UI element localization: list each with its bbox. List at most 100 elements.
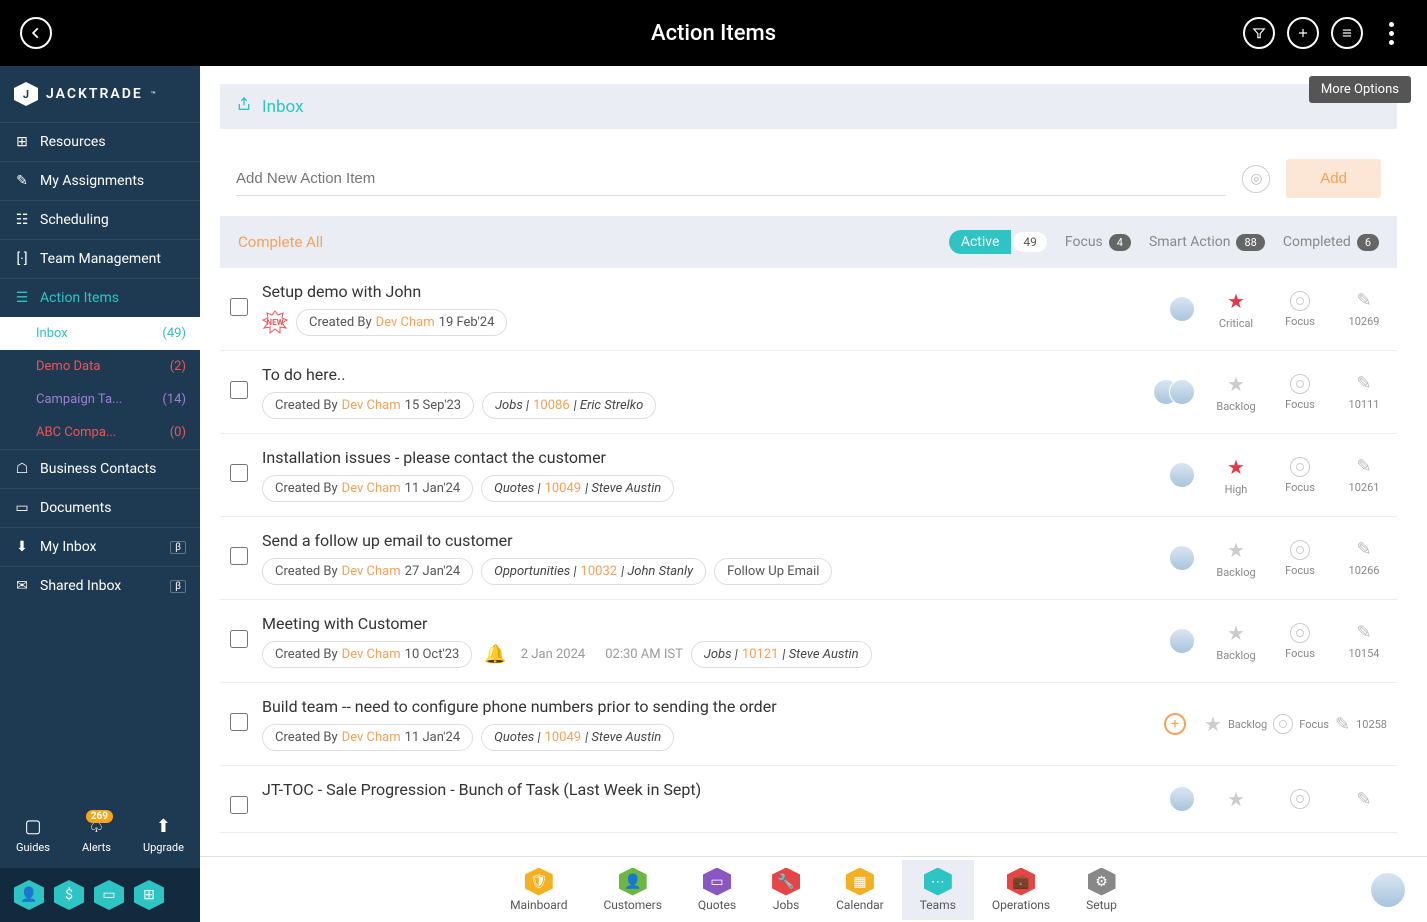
nav-my-assignments[interactable]: ✎My Assignments (0, 161, 200, 200)
priority-star[interactable]: ★ (1227, 621, 1245, 645)
priority-star[interactable]: ★ (1227, 289, 1245, 313)
sub-abc-company[interactable]: ABC Compa... (0) (0, 416, 200, 449)
priority-star[interactable]: ★ (1227, 455, 1245, 479)
nav-documents[interactable]: ▭Documents (0, 488, 200, 527)
focus-target[interactable] (1273, 714, 1293, 734)
nav-business-contacts[interactable]: ☖Business Contacts (0, 449, 200, 488)
nav-shared-inbox[interactable]: ✉Shared Inboxβ (0, 566, 200, 605)
priority-star[interactable]: ★ (1227, 787, 1245, 811)
back-button[interactable] (20, 17, 52, 49)
edit-icon[interactable]: ✎ (1356, 789, 1371, 810)
priority-label: Backlog (1216, 400, 1255, 413)
more-options-button[interactable] (1375, 17, 1407, 49)
filter-button[interactable] (1243, 17, 1275, 49)
sub-demo-data[interactable]: Demo Data (2) (0, 350, 200, 383)
add-assignee-button[interactable]: + (1164, 713, 1186, 735)
hex-grid-button[interactable]: ⊞ (134, 880, 164, 910)
edit-icon[interactable]: ✎ (1356, 622, 1371, 643)
created-by-chip[interactable]: Created By Dev Cham 27 Jan'24 (262, 558, 473, 585)
edit-icon[interactable]: ✎ (1356, 539, 1371, 560)
link-chip[interactable]: Jobs | 10121 | Steve Austin (691, 641, 872, 668)
bn-jobs[interactable]: 🔧 Jobs (754, 860, 818, 920)
created-by-chip[interactable]: Created By Dev Cham 15 Sep'23 (262, 392, 474, 419)
nav-team-management[interactable]: [·]Team Management (0, 239, 200, 278)
item-title[interactable]: Send a follow up email to customer (262, 531, 1155, 550)
priority-star[interactable]: ★ (1227, 538, 1245, 562)
focus-target[interactable] (1290, 540, 1310, 560)
edit-icon[interactable]: ✎ (1335, 714, 1350, 735)
add-action-button[interactable]: Add (1286, 159, 1381, 198)
item-checkbox[interactable] (230, 298, 248, 316)
bn-setup[interactable]: ⚙ Setup (1068, 860, 1135, 920)
focus-target[interactable] (1290, 374, 1310, 394)
created-by-chip[interactable]: Created By Dev Cham 11 Jan'24 (262, 475, 473, 502)
assignee-avatars[interactable] (1169, 545, 1195, 571)
complete-all-link[interactable]: Complete All (238, 233, 323, 251)
filter-active[interactable]: Active 49 (949, 230, 1047, 254)
item-checkbox[interactable] (230, 630, 248, 648)
nav-action-items[interactable]: ☰Action Items (0, 278, 200, 317)
user-avatar[interactable] (1371, 873, 1405, 907)
add-action-input[interactable] (236, 162, 1226, 196)
link-chip[interactable]: Jobs | 10086 | Eric Strelko (482, 392, 656, 419)
link-chip[interactable]: Opportunities | 10032 | John Stanly (481, 558, 706, 585)
bn-customers[interactable]: 👤 Customers (585, 860, 679, 920)
assignee-avatars[interactable] (1169, 786, 1195, 812)
assignee-avatars[interactable] (1169, 296, 1195, 322)
item-checkbox[interactable] (230, 464, 248, 482)
bn-calendar[interactable]: ▦ Calendar (818, 860, 902, 920)
nav-scheduling[interactable]: ☷Scheduling (0, 200, 200, 239)
focus-target[interactable] (1290, 457, 1310, 477)
priority-star[interactable]: ★ (1227, 372, 1245, 396)
filter-focus[interactable]: Focus 4 (1065, 234, 1131, 251)
assignee-avatars[interactable] (1153, 379, 1195, 405)
focus-target[interactable] (1290, 291, 1310, 311)
item-checkbox[interactable] (230, 547, 248, 565)
assignee-avatars[interactable] (1169, 628, 1195, 654)
guides-button[interactable]: ▢ Guides (16, 816, 50, 854)
bn-operations[interactable]: 💼 Operations (974, 860, 1068, 920)
add-button[interactable] (1287, 17, 1319, 49)
hex-user-button[interactable]: 👤 (14, 880, 44, 910)
item-title[interactable]: Setup demo with John (262, 282, 1155, 301)
link-chip[interactable]: Quotes | 10049 | Steve Austin (481, 724, 674, 751)
edit-icon[interactable]: ✎ (1356, 290, 1371, 311)
edit-icon[interactable]: ✎ (1356, 373, 1371, 394)
created-by-chip[interactable]: Created By Dev Cham 10 Oct'23 (262, 641, 472, 668)
more-options-tooltip: More Options (1309, 76, 1411, 103)
focus-target[interactable] (1290, 789, 1310, 809)
filter-completed[interactable]: Completed 6 (1283, 234, 1379, 251)
filter-smart-action[interactable]: Smart Action 88 (1149, 234, 1265, 251)
item-title[interactable]: JT-TOC - Sale Progression - Bunch of Tas… (262, 780, 1155, 799)
logo[interactable]: J JACKTRADE™ (0, 66, 200, 122)
focus-target[interactable] (1290, 623, 1310, 643)
assignee-avatars[interactable] (1169, 462, 1195, 488)
alerts-button[interactable]: 269 ♤ Alerts (82, 816, 111, 854)
priority-star[interactable]: ★ (1204, 712, 1222, 736)
bn-quotes[interactable]: ▭ Quotes (680, 860, 754, 920)
edit-icon[interactable]: ✎ (1356, 456, 1371, 477)
created-by-chip[interactable]: Created By Dev Cham 19 Feb'24 (296, 309, 507, 336)
item-checkbox[interactable] (230, 713, 248, 731)
sub-inbox[interactable]: Inbox (49) (0, 317, 200, 350)
item-title[interactable]: Installation issues - please contact the… (262, 448, 1155, 467)
sub-campaign[interactable]: Campaign Ta... (14) (0, 383, 200, 416)
nav-my-inbox[interactable]: ⬇My Inboxβ (0, 527, 200, 566)
assignee-avatars[interactable]: + (1164, 713, 1186, 735)
created-by-chip[interactable]: Created By Dev Cham 11 Jan'24 (262, 724, 473, 751)
target-icon[interactable]: ◎ (1242, 165, 1270, 193)
upgrade-button[interactable]: ⬆ Upgrade (143, 816, 184, 854)
item-title[interactable]: Meeting with Customer (262, 614, 1155, 633)
bn-mainboard[interactable]: 🛡 Mainboard (492, 860, 585, 920)
item-title[interactable]: To do here.. (262, 365, 1139, 384)
item-title[interactable]: Build team -- need to configure phone nu… (262, 697, 1150, 716)
hex-card-button[interactable]: ▭ (94, 880, 124, 910)
list-button[interactable] (1331, 17, 1363, 49)
link-chip[interactable]: Quotes | 10049 | Steve Austin (481, 475, 674, 502)
tag-chip[interactable]: Follow Up Email (714, 558, 832, 585)
nav-resources[interactable]: ⊞Resources (0, 122, 200, 161)
item-checkbox[interactable] (230, 381, 248, 399)
bn-teams[interactable]: ⋯ Teams (902, 860, 974, 920)
item-checkbox[interactable] (230, 796, 248, 814)
hex-dollar-button[interactable]: $ (54, 880, 84, 910)
